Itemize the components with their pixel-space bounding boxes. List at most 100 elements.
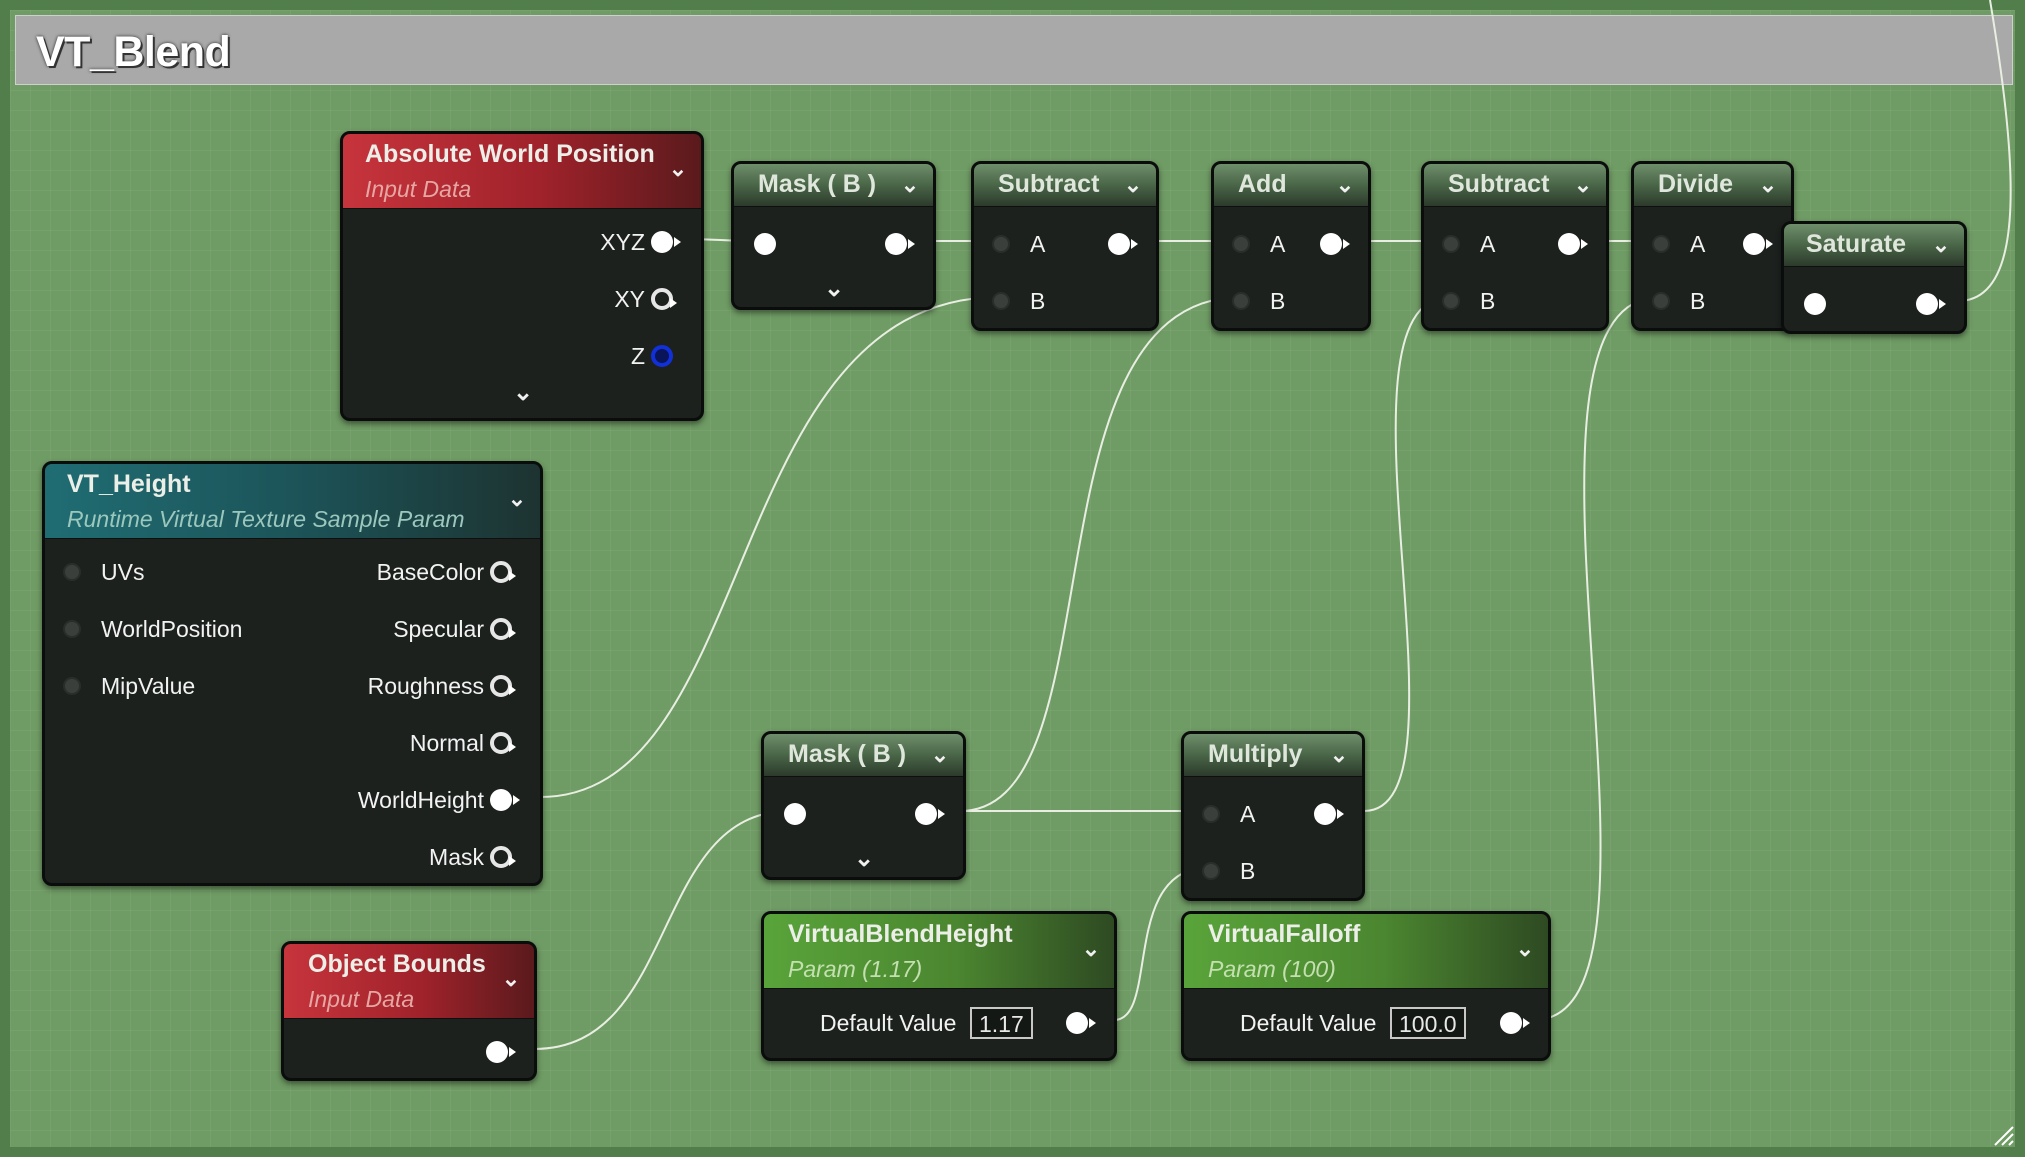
- node-subtitle: Param (100): [1208, 956, 1336, 982]
- chevron-down-icon[interactable]: ⌄: [854, 844, 874, 873]
- default-value-label: Default Value: [1240, 1010, 1377, 1036]
- chevron-down-icon[interactable]: ⌄: [899, 174, 921, 196]
- output-pin[interactable]: [1500, 1012, 1530, 1034]
- pin-label-normal: Normal: [409, 730, 484, 756]
- output-pin[interactable]: [1320, 233, 1350, 255]
- node-header[interactable]: Add ⌄: [1214, 164, 1368, 207]
- node-header[interactable]: Subtract ⌄: [974, 164, 1156, 207]
- chevron-down-icon[interactable]: ⌄: [513, 378, 533, 407]
- input-pin[interactable]: [784, 803, 806, 825]
- node-header[interactable]: Mask ( B ) ⌄: [764, 734, 963, 777]
- chevron-down-icon[interactable]: ⌄: [1122, 174, 1144, 196]
- input-pin-uvs[interactable]: [63, 563, 81, 581]
- input-pin-b[interactable]: [1232, 292, 1250, 310]
- pin-label-a: A: [1480, 231, 1496, 257]
- comment-box-header[interactable]: VT_Blend: [15, 15, 2013, 85]
- multiply-node[interactable]: Multiply ⌄ A B: [1181, 731, 1365, 901]
- node-subtitle: Runtime Virtual Texture Sample Param: [67, 506, 465, 532]
- input-pin-a[interactable]: [1232, 235, 1250, 253]
- node-title: VirtualFalloff: [1208, 920, 1361, 948]
- input-pin-worldposition[interactable]: [63, 620, 81, 638]
- add-node[interactable]: Add ⌄ A B: [1211, 161, 1371, 331]
- pin-label-b: B: [1480, 288, 1496, 314]
- chevron-down-icon[interactable]: ⌄: [1514, 938, 1536, 960]
- pin-label-xyz: XYZ: [600, 229, 645, 255]
- output-pin-basecolor[interactable]: [490, 561, 516, 583]
- node-header[interactable]: VT_Height Runtime Virtual Texture Sample…: [45, 464, 540, 539]
- absolute-world-position-node[interactable]: Absolute World Position Input Data ⌄ XYZ…: [340, 131, 704, 421]
- output-pin-mask[interactable]: [490, 846, 516, 868]
- input-pin-a[interactable]: [1202, 805, 1220, 823]
- virtual-falloff-node[interactable]: VirtualFalloff Param (100) ⌄ Default Val…: [1181, 911, 1551, 1061]
- chevron-down-icon[interactable]: ⌄: [1757, 174, 1779, 196]
- node-header[interactable]: Saturate ⌄: [1784, 224, 1964, 267]
- output-pin[interactable]: [1916, 293, 1946, 315]
- node-title: Mask ( B ): [788, 740, 907, 768]
- output-pin-roughness[interactable]: [490, 675, 516, 697]
- node-header[interactable]: Mask ( B ) ⌄: [734, 164, 933, 207]
- node-header[interactable]: VirtualFalloff Param (100) ⌄: [1184, 914, 1548, 989]
- output-pin[interactable]: [1066, 1012, 1096, 1034]
- input-pin-a[interactable]: [1442, 235, 1460, 253]
- chevron-down-icon[interactable]: ⌄: [506, 488, 528, 510]
- output-pin[interactable]: [1743, 233, 1773, 255]
- output-pin-xyz[interactable]: [651, 231, 681, 253]
- node-title: Subtract: [998, 170, 1100, 198]
- chevron-down-icon[interactable]: ⌄: [667, 158, 689, 180]
- output-pin-xy[interactable]: [651, 288, 677, 310]
- node-header[interactable]: Divide ⌄: [1634, 164, 1791, 207]
- node-subtitle: Input Data: [308, 986, 415, 1012]
- output-pin[interactable]: [915, 803, 945, 825]
- divide-node[interactable]: Divide ⌄ A B: [1631, 161, 1794, 331]
- pin-label-b: B: [1030, 288, 1046, 314]
- chevron-down-icon[interactable]: ⌄: [1334, 174, 1356, 196]
- input-pin-a[interactable]: [1652, 235, 1670, 253]
- virtual-blend-height-node[interactable]: VirtualBlendHeight Param (1.17) ⌄ Defaul…: [761, 911, 1117, 1061]
- node-header[interactable]: Object Bounds Input Data ⌄: [284, 944, 534, 1019]
- vt-height-node[interactable]: VT_Height Runtime Virtual Texture Sample…: [42, 461, 543, 886]
- input-pin-mipvalue[interactable]: [63, 677, 81, 695]
- chevron-down-icon[interactable]: ⌄: [1930, 234, 1952, 256]
- pin-label-uvs: UVs: [101, 559, 145, 585]
- output-pin-worldheight[interactable]: [490, 789, 520, 811]
- input-pin[interactable]: [754, 233, 776, 255]
- input-pin-a[interactable]: [992, 235, 1010, 253]
- input-pin-b[interactable]: [1652, 292, 1670, 310]
- pin-label-a: A: [1690, 231, 1706, 257]
- node-header[interactable]: Multiply ⌄: [1184, 734, 1362, 777]
- chevron-down-icon[interactable]: ⌄: [500, 968, 522, 990]
- node-header[interactable]: VirtualBlendHeight Param (1.17) ⌄: [764, 914, 1114, 989]
- output-pin[interactable]: [486, 1041, 516, 1063]
- node-title: VirtualBlendHeight: [788, 920, 1013, 948]
- output-pin[interactable]: [1558, 233, 1588, 255]
- resize-grip-icon[interactable]: [1991, 1123, 2015, 1147]
- object-bounds-node[interactable]: Object Bounds Input Data ⌄: [281, 941, 537, 1081]
- saturate-node[interactable]: Saturate ⌄: [1781, 221, 1967, 334]
- chevron-down-icon[interactable]: ⌄: [1328, 744, 1350, 766]
- subtract-node-1[interactable]: Subtract ⌄ A B: [971, 161, 1159, 331]
- output-pin-z[interactable]: [651, 345, 673, 367]
- output-pin-specular[interactable]: [490, 618, 516, 640]
- node-title: Multiply: [1208, 740, 1303, 768]
- input-pin-b[interactable]: [1202, 862, 1220, 880]
- input-pin-b[interactable]: [992, 292, 1010, 310]
- output-pin[interactable]: [1108, 233, 1138, 255]
- node-header[interactable]: Subtract ⌄: [1424, 164, 1606, 207]
- node-title: VT_Height: [67, 470, 191, 498]
- input-pin[interactable]: [1804, 293, 1826, 315]
- output-pin-normal[interactable]: [490, 732, 516, 754]
- chevron-down-icon[interactable]: ⌄: [1080, 938, 1102, 960]
- chevron-down-icon[interactable]: ⌄: [1572, 174, 1594, 196]
- output-pin[interactable]: [1314, 803, 1344, 825]
- default-value-input[interactable]: 1.17: [970, 1007, 1033, 1039]
- mask-b-node-bottom[interactable]: Mask ( B ) ⌄ ⌄: [761, 731, 966, 880]
- input-pin-b[interactable]: [1442, 292, 1460, 310]
- chevron-down-icon[interactable]: ⌄: [824, 274, 844, 303]
- node-header[interactable]: Absolute World Position Input Data ⌄: [343, 134, 701, 209]
- mask-b-node-top[interactable]: Mask ( B ) ⌄ ⌄: [731, 161, 936, 310]
- chevron-down-icon[interactable]: ⌄: [929, 744, 951, 766]
- subtract-node-2[interactable]: Subtract ⌄ A B: [1421, 161, 1609, 331]
- default-value-input[interactable]: 100.0: [1390, 1007, 1466, 1039]
- output-pin[interactable]: [885, 233, 915, 255]
- pin-label-a: A: [1030, 231, 1046, 257]
